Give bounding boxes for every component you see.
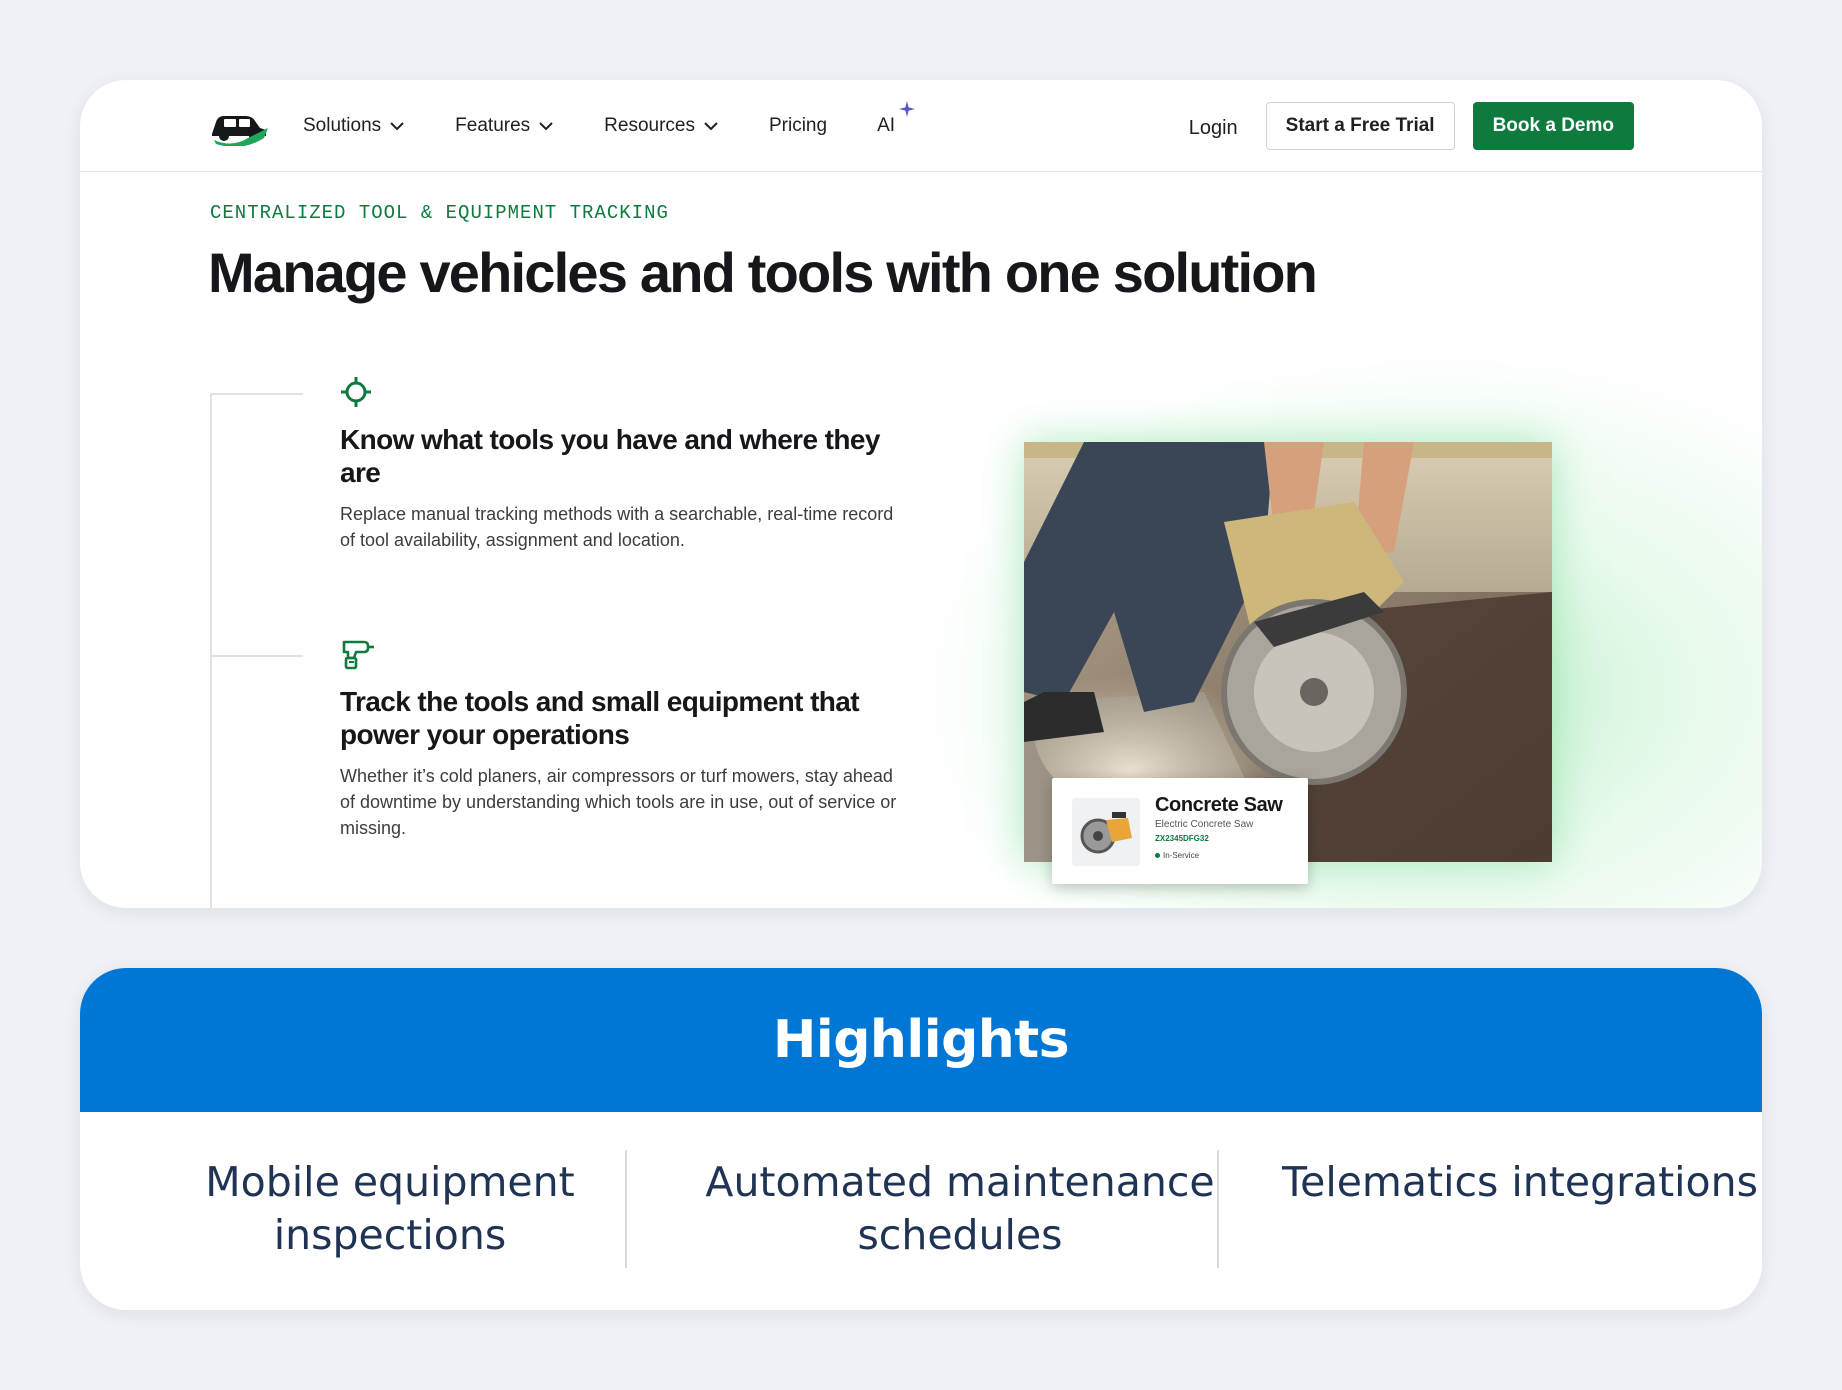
nav-actions: Login Start a Free Trial Book a Demo — [1189, 102, 1634, 150]
nav-solutions-label: Solutions — [303, 115, 382, 136]
chevron-down-icon — [704, 122, 718, 131]
status-label: In-Service — [1163, 851, 1200, 860]
nav-ai-label: AI — [877, 115, 896, 136]
nav-solutions[interactable]: Solutions — [303, 115, 405, 137]
concrete-saw-thumbnail-icon — [1080, 812, 1132, 854]
chevron-down-icon — [390, 122, 404, 131]
highlights-title: Highlights — [772, 1010, 1070, 1070]
asset-thumbnail — [1072, 798, 1140, 866]
sparkle-icon — [899, 101, 916, 117]
timeline-line — [210, 393, 212, 908]
logo-icon[interactable] — [208, 104, 270, 146]
hero-title: Manage vehicles and tools with one solut… — [208, 241, 1318, 304]
highlight-item: Automated maintenance schedules — [705, 1158, 1215, 1259]
nav-pricing-label: Pricing — [768, 115, 828, 136]
feature-body: Whether it’s cold planers, air compresso… — [340, 766, 897, 838]
feature-body: Replace manual tracking methods with a s… — [340, 504, 894, 550]
timeline-connector — [210, 655, 303, 657]
top-navbar: Solutions Features Resources Pricing AI … — [80, 80, 1762, 172]
asset-name: Concrete Saw — [1155, 794, 1283, 816]
highlight-item: Telematics integrations — [1282, 1158, 1758, 1206]
book-demo-button[interactable]: Book a Demo — [1472, 102, 1634, 150]
status-badge: In-Service — [1155, 851, 1199, 860]
highlight-divider — [625, 1150, 627, 1268]
highlights-header: Highlights — [80, 968, 1762, 1112]
chevron-down-icon — [539, 122, 553, 131]
hero-eyebrow: CENTRALIZED TOOL & EQUIPMENT TRACKING — [210, 202, 669, 224]
asset-type: Electric Concrete Saw — [1155, 819, 1254, 830]
feature-title: Know what tools you have and where they … — [340, 424, 880, 488]
status-dot-icon — [1155, 853, 1160, 858]
crosshair-icon — [341, 377, 371, 407]
login-link[interactable]: Login — [1189, 117, 1238, 140]
highlight-divider — [1217, 1150, 1219, 1268]
feature-title: Track the tools and small equipment that… — [340, 686, 860, 750]
feature-item: Track the tools and small equipment that… — [340, 636, 900, 841]
nav-features-label: Features — [455, 115, 531, 136]
nav-resources-label: Resources — [604, 115, 695, 136]
highlight-item: Mobile equipment inspections — [205, 1158, 575, 1259]
asset-card[interactable]: Concrete Saw Electric Concrete Saw ZX234… — [1052, 778, 1308, 884]
asset-id: ZX2345DFG32 — [1155, 834, 1209, 843]
nav-ai[interactable]: AI — [877, 101, 916, 137]
nav-pricing[interactable]: Pricing — [769, 115, 827, 137]
website-card: Solutions Features Resources Pricing AI … — [80, 80, 1762, 908]
highlights-list: Mobile equipment inspections Automated m… — [80, 1112, 1762, 1310]
nav-features[interactable]: Features — [455, 115, 554, 137]
start-free-trial-button[interactable]: Start a Free Trial — [1265, 102, 1455, 150]
feature-item: Know what tools you have and where they … — [340, 374, 900, 553]
power-drill-icon — [342, 640, 374, 670]
nav-links: Solutions Features Resources Pricing AI — [303, 80, 916, 172]
nav-resources[interactable]: Resources — [604, 115, 719, 137]
highlights-card: Highlights Mobile equipment inspections … — [80, 968, 1762, 1310]
timeline-connector — [210, 393, 303, 395]
